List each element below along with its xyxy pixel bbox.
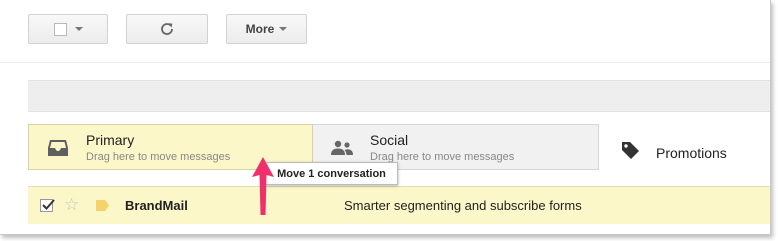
row-checkbox[interactable] (40, 199, 55, 212)
select-checkbox-icon[interactable] (53, 22, 67, 36)
checkmark-icon (42, 199, 55, 210)
more-button-label: More (245, 22, 275, 36)
message-row[interactable]: ☆ BrandMail Smarter segmenting and subsc… (28, 186, 770, 224)
more-button[interactable]: More (226, 14, 307, 44)
tab-promotions-title: Promotions (656, 145, 727, 161)
drag-tooltip-text: Move 1 conversation (277, 167, 386, 180)
annotation-arrow-icon (252, 157, 274, 215)
inbox-icon (48, 140, 68, 156)
inbox-window: More Primary Drag here to move messages … (0, 0, 771, 235)
message-sender: BrandMail (125, 198, 188, 213)
message-subject: Smarter segmenting and subscribe forms (344, 198, 582, 213)
select-all-button[interactable] (28, 14, 108, 44)
tab-primary-subtitle: Drag here to move messages (86, 151, 231, 163)
chevron-down-icon (74, 27, 83, 31)
star-icon[interactable]: ☆ (64, 196, 79, 213)
drag-tooltip: Move 1 conversation (265, 162, 398, 185)
people-icon (331, 140, 353, 155)
chevron-down-icon (279, 27, 288, 31)
toolbar-divider (0, 62, 770, 63)
tab-social-title: Social (370, 132, 409, 148)
notification-bar (28, 80, 770, 112)
tag-icon (622, 142, 639, 159)
label-tag-icon[interactable] (96, 200, 109, 211)
tab-primary-title: Primary (86, 132, 135, 148)
tab-promotions[interactable]: Promotions (599, 124, 770, 170)
refresh-icon (161, 23, 173, 35)
refresh-button[interactable] (126, 14, 208, 44)
